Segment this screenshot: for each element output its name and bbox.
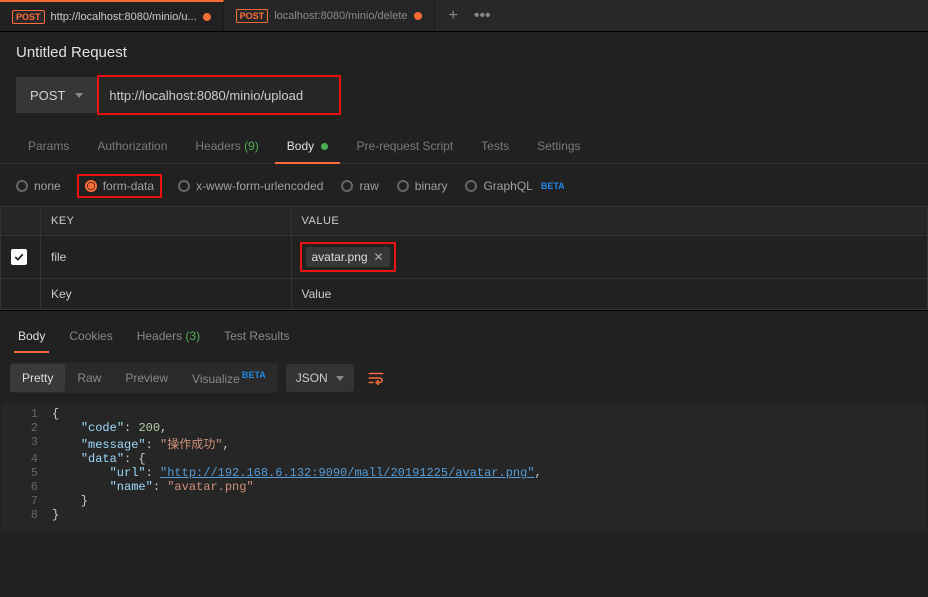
chevron-down-icon [75,93,83,98]
tab-actions: + ••• [435,0,505,31]
tab-body-label: Body [287,139,314,153]
remove-file-button[interactable]: ✕ [374,250,384,264]
view-raw-button[interactable]: Raw [65,364,113,392]
tab-params[interactable]: Params [16,131,81,163]
tab-body[interactable]: Body [275,131,341,163]
body-type-binary[interactable]: binary [397,179,448,193]
wrap-icon [367,369,385,387]
resp-tab-body[interactable]: Body [14,325,49,351]
row-enabled-checkbox[interactable] [11,249,27,265]
body-type-urlencoded-label: x-www-form-urlencoded [196,179,323,193]
key-input[interactable]: Key [41,279,292,310]
resp-tab-cookies[interactable]: Cookies [65,325,116,351]
file-chip-name: avatar.png [312,250,368,264]
body-type-urlencoded[interactable]: x-www-form-urlencoded [178,179,323,193]
method-badge: POST [12,10,45,24]
col-key-header: KEY [41,207,292,236]
new-tab-button[interactable]: + [443,7,464,25]
view-pretty-button[interactable]: Pretty [10,364,65,392]
tab-label: localhost:8080/minio/delete [274,10,407,22]
response-view-bar: Pretty Raw Preview VisualizeBETA JSON [0,351,928,403]
tabs-row: POST http://localhost:8080/minio/u... PO… [0,0,928,32]
method-url-row: POST [16,77,912,113]
value-input[interactable]: Value [291,279,928,310]
method-badge: POST [236,9,269,23]
view-preview-button[interactable]: Preview [113,364,180,392]
radio-icon [178,180,190,192]
request-title: Untitled Request [0,32,928,73]
body-active-indicator-icon [321,143,328,150]
tab-authorization[interactable]: Authorization [85,131,179,163]
body-type-binary-label: binary [415,179,448,193]
tab-headers-label: Headers [195,139,240,153]
tab-headers-count: (9) [244,139,259,153]
tab-label: http://localhost:8080/minio/u... [51,11,197,23]
view-visualize-button[interactable]: VisualizeBETA [180,363,278,393]
tab-prerequest[interactable]: Pre-request Script [344,131,465,163]
dirty-indicator-icon [203,13,211,21]
radio-icon [397,180,409,192]
radio-icon [85,180,97,192]
chevron-down-icon [336,376,344,381]
body-type-formdata-label: form-data [103,179,154,193]
table-row-empty: Key Value [1,279,928,310]
view-mode-group: Pretty Raw Preview VisualizeBETA [10,363,278,393]
body-type-graphql-label: GraphQL [483,179,532,193]
body-type-graphql[interactable]: GraphQL BETA [465,179,564,193]
body-type-raw-label: raw [359,179,378,193]
wrap-lines-button[interactable] [362,364,390,392]
check-icon [13,251,25,263]
tab-settings[interactable]: Settings [525,131,592,163]
response-lang-select[interactable]: JSON [286,364,354,392]
formdata-table: KEY VALUE file avatar.png ✕ [0,206,928,310]
tab-request-1[interactable]: POST localhost:8080/minio/delete [224,0,435,31]
request-tabs: Params Authorization Headers (9) Body Pr… [0,131,928,164]
radio-icon [16,180,28,192]
beta-badge: BETA [541,181,565,191]
response-tabs: Body Cookies Headers (3) Test Results [0,310,928,351]
key-cell[interactable]: file [41,236,292,279]
radio-icon [341,180,353,192]
tab-tests[interactable]: Tests [469,131,521,163]
tab-overflow-button[interactable]: ••• [468,7,497,25]
body-type-none-label: none [34,179,61,193]
file-chip: avatar.png ✕ [306,247,390,267]
response-body[interactable]: 1{2 "code": 200,3 "message": "操作成功",4 "d… [2,403,926,532]
col-check-header [1,207,41,236]
tab-headers[interactable]: Headers (9) [183,131,270,163]
resp-tab-headers[interactable]: Headers (3) [133,325,204,351]
http-method-label: POST [30,88,65,103]
resp-tab-headers-label: Headers [137,329,182,343]
resp-tab-headers-count: (3) [185,329,200,343]
dirty-indicator-icon [414,12,422,20]
table-row: file avatar.png ✕ [1,236,928,279]
body-type-raw[interactable]: raw [341,179,378,193]
resp-tab-test-results[interactable]: Test Results [220,325,293,351]
request-url-input[interactable] [99,77,339,113]
col-value-header: VALUE [291,207,928,236]
radio-icon [465,180,477,192]
view-visualize-label: Visualize [192,372,240,386]
value-cell[interactable]: avatar.png ✕ [291,236,928,279]
beta-badge: BETA [242,370,266,380]
body-type-formdata[interactable]: form-data [79,176,160,196]
tab-request-0[interactable]: POST http://localhost:8080/minio/u... [0,0,224,31]
http-method-select[interactable]: POST [16,77,97,113]
response-lang-label: JSON [296,371,328,385]
body-type-row: none form-data x-www-form-urlencoded raw… [0,164,928,206]
body-type-none[interactable]: none [16,179,61,193]
